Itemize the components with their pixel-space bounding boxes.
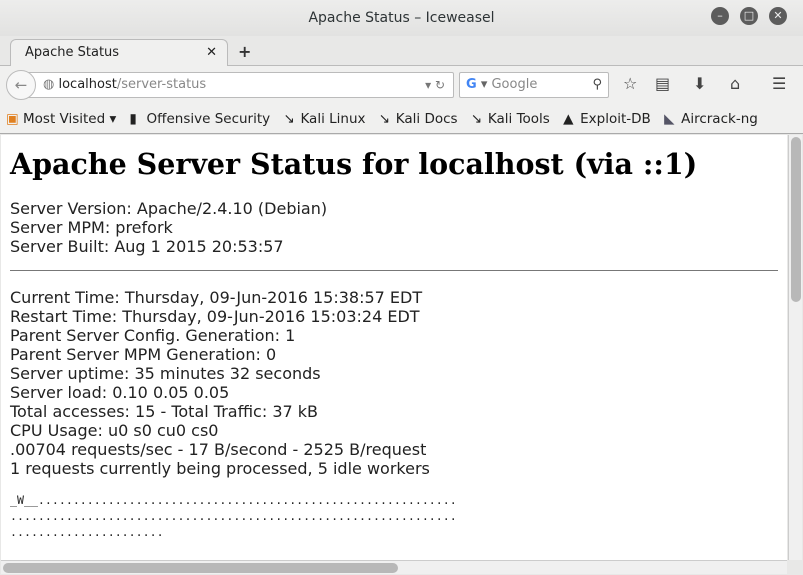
kali-dragon-icon: ↘ [470, 111, 483, 127]
bookmark-offensive-security[interactable]: ▮ Offensive Security [130, 104, 271, 134]
page-content: Apache Server Status for localhost (via … [1, 135, 787, 560]
bookmark-aircrack-ng[interactable]: ◣ Aircrack-ng [664, 104, 758, 134]
exploitdb-icon: ▲ [563, 111, 574, 127]
back-button[interactable]: ← [6, 70, 36, 100]
url-dropdown-icon[interactable]: ▾ [425, 78, 431, 92]
scoreboard-line: ...................... [10, 525, 164, 539]
bookmark-kali-linux[interactable]: ↘ Kali Linux [283, 104, 365, 134]
folder-icon: ▣ [6, 111, 19, 127]
request-rate: .00704 requests/sec - 17 B/second - 2525… [10, 440, 427, 459]
config-generation: Parent Server Config. Generation: 1 [10, 326, 296, 345]
server-version: Server Version: Apache/2.4.10 (Debian) [10, 199, 328, 218]
bookmark-most-visited[interactable]: ▣ Most Visited ▾ [6, 104, 116, 134]
window-titlebar: Apache Status – Iceweasel – □ ✕ [0, 0, 803, 36]
offsec-icon: ▮ [129, 111, 137, 127]
vertical-scrollbar-thumb[interactable] [791, 137, 801, 302]
bookmarks-toolbar: ▣ Most Visited ▾ ▮ Offensive Security ↘ Kal… [0, 104, 803, 134]
search-input[interactable]: Google [491, 77, 537, 92]
restart-time: Restart Time: Thursday, 09-Jun-2016 15:0… [10, 307, 420, 326]
current-time: Current Time: Thursday, 09-Jun-2016 15:3… [10, 288, 423, 307]
navigation-toolbar: ◍ localhost/server-status ▾ ↻ ← G ▾ Goog… [0, 66, 803, 104]
search-icon[interactable]: ⚲ [592, 73, 602, 97]
vertical-scrollbar[interactable] [788, 135, 802, 560]
tab-strip: Apache Status ✕ + [0, 36, 803, 67]
search-engine-dropdown-icon[interactable]: ▾ [481, 77, 488, 92]
url-path: /server-status [116, 77, 207, 92]
url-host: localhost [58, 77, 117, 92]
scoreboard: _W__....................................… [10, 492, 778, 540]
aircrack-icon: ◣ [664, 111, 675, 127]
home-icon[interactable]: ⌂ [730, 74, 740, 93]
server-mpm: Server MPM: prefork [10, 218, 173, 237]
google-icon[interactable]: G [466, 77, 477, 92]
scoreboard-line: ........................................… [10, 509, 457, 523]
menu-icon[interactable]: ☰ [772, 74, 786, 93]
horizontal-scrollbar[interactable] [1, 560, 787, 574]
close-tab-icon[interactable]: ✕ [206, 40, 217, 66]
kali-dragon-icon: ↘ [283, 111, 295, 127]
horizontal-scrollbar-thumb[interactable] [3, 563, 398, 573]
bookmark-star-icon[interactable]: ☆ [623, 74, 637, 93]
tab-label: Apache Status [25, 45, 120, 60]
close-window-button[interactable]: ✕ [769, 7, 787, 25]
minimize-button[interactable]: – [711, 7, 729, 25]
divider [10, 270, 778, 271]
bookmark-exploit-db[interactable]: ▲ Exploit-DB [563, 104, 651, 134]
reading-list-icon[interactable]: ▤ [655, 74, 670, 93]
window-title: Apache Status – Iceweasel [308, 10, 495, 26]
page-title: Apache Server Status for localhost (via … [10, 147, 698, 181]
server-load: Server load: 0.10 0.05 0.05 [10, 383, 230, 402]
reload-icon[interactable]: ↻ [435, 78, 445, 92]
server-built: Server Built: Aug 1 2015 20:53:57 [10, 237, 284, 256]
server-status-list: Current Time: Thursday, 09-Jun-2016 15:3… [10, 288, 778, 478]
tab-apache-status[interactable]: Apache Status ✕ [10, 39, 228, 67]
mpm-generation: Parent Server MPM Generation: 0 [10, 345, 277, 364]
globe-icon: ◍ [43, 77, 55, 92]
download-icon[interactable]: ⬇ [693, 74, 706, 93]
kali-dragon-icon: ↘ [378, 111, 391, 127]
search-box[interactable]: G ▾ Google ⚲ [459, 72, 609, 98]
url-bar[interactable]: ◍ localhost/server-status ▾ ↻ [24, 72, 454, 98]
total-accesses: Total accesses: 15 - Total Traffic: 37 k… [10, 402, 319, 421]
worker-summary: 1 requests currently being processed, 5 … [10, 459, 430, 478]
new-tab-button[interactable]: + [238, 42, 251, 61]
scoreboard-line: _W__....................................… [10, 493, 457, 507]
server-uptime: Server uptime: 35 minutes 32 seconds [10, 364, 321, 383]
server-info: Server Version: Apache/2.4.10 (Debian) S… [10, 199, 778, 256]
bookmark-kali-docs[interactable]: ↘ Kali Docs [379, 104, 458, 134]
maximize-button[interactable]: □ [740, 7, 758, 25]
cpu-usage: CPU Usage: u0 s0 cu0 cs0 [10, 421, 219, 440]
bookmark-kali-tools[interactable]: ↘ Kali Tools [471, 104, 550, 134]
